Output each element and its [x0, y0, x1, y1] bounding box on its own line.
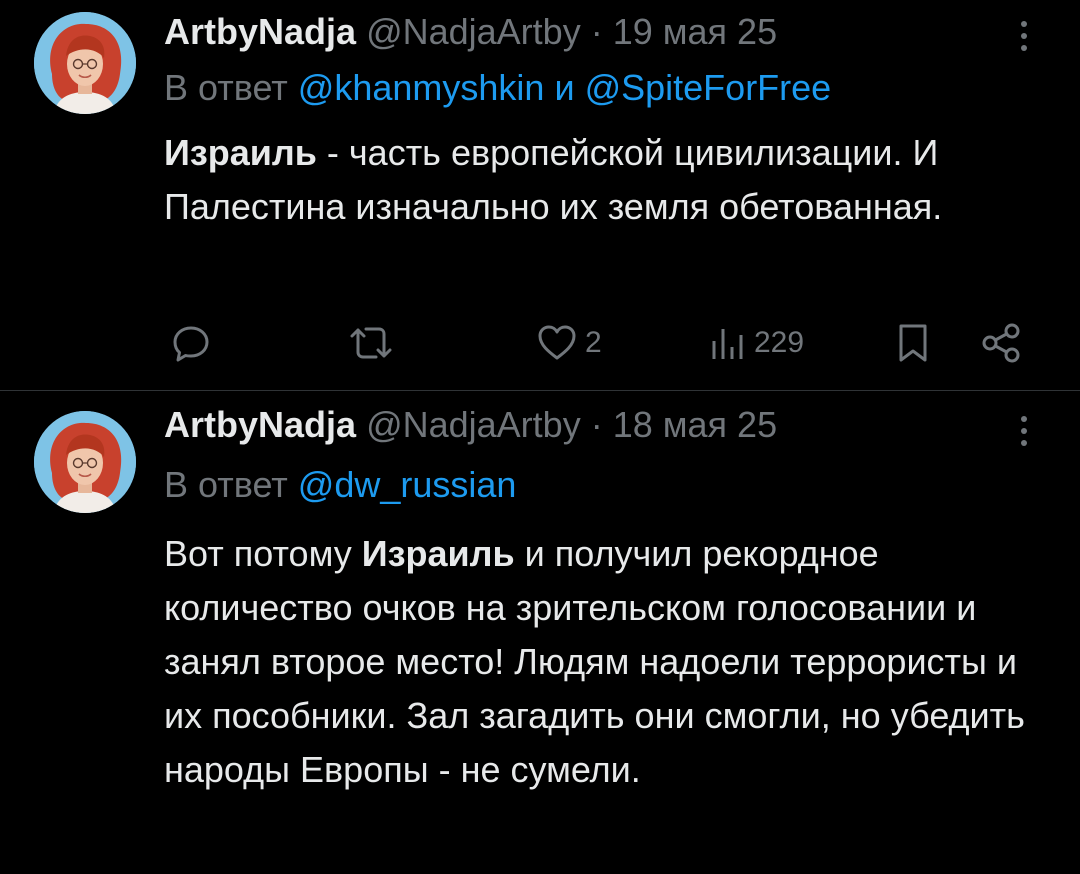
heart-icon	[538, 325, 576, 360]
bookmark-icon	[899, 324, 927, 362]
tweet-2[interactable]: ArtbyNadja @NadjaArtby · 18 мая 25 В отв…	[0, 391, 1080, 874]
tweet-text-pre: Вот потому	[164, 533, 362, 574]
bookmark-button[interactable]	[893, 318, 933, 368]
reply-prefix: В ответ	[164, 464, 288, 505]
mention-link[interactable]: @khanmyshkin	[298, 67, 545, 108]
separator-dot: ·	[590, 11, 603, 52]
user-handle[interactable]: @NadjaArtby	[366, 11, 581, 52]
tweet-1[interactable]: ArtbyNadja @NadjaArtby · 19 мая 25 В отв…	[0, 0, 1080, 391]
avatar[interactable]	[34, 411, 136, 513]
tweet-text-bold: Израиль	[361, 533, 515, 574]
avatar[interactable]	[34, 12, 136, 114]
more-vertical-icon[interactable]	[1012, 411, 1036, 451]
user-handle[interactable]: @NadjaArtby	[366, 404, 581, 445]
like-button[interactable]: 2	[535, 318, 602, 368]
tweet-text-bold: Израиль	[164, 132, 317, 173]
tweet-header: ArtbyNadja @NadjaArtby · 18 мая 25	[164, 403, 777, 447]
retweet-icon	[350, 327, 392, 359]
share-button[interactable]	[978, 318, 1024, 368]
tweet-date[interactable]: 18 мая 25	[613, 404, 777, 445]
tweet-text: Израиль - часть европейской цивилизации.…	[164, 126, 1044, 234]
display-name[interactable]: ArtbyNadja	[164, 11, 356, 52]
separator-dot: ·	[590, 404, 603, 445]
retweet-button[interactable]	[346, 318, 396, 368]
reply-conjunction: и	[554, 67, 575, 108]
tweet-actions: 2 229	[0, 318, 1080, 368]
more-vertical-icon[interactable]	[1012, 16, 1036, 56]
mention-link[interactable]: @SpiteForFree	[585, 67, 832, 108]
tweet-date[interactable]: 19 мая 25	[613, 11, 777, 52]
display-name[interactable]: ArtbyNadja	[164, 404, 356, 445]
share-icon	[982, 323, 1020, 363]
reply-prefix: В ответ	[164, 67, 288, 108]
mention-link[interactable]: @dw_russian	[298, 464, 517, 505]
views-count: 229	[754, 326, 805, 359]
reply-button[interactable]	[168, 318, 214, 368]
tweet-header: ArtbyNadja @NadjaArtby · 19 мая 25	[164, 10, 777, 54]
reply-to-line: В ответ @khanmyshkin и @SpiteForFree	[164, 66, 831, 110]
avatar-illustration	[34, 411, 136, 513]
avatar-illustration	[34, 12, 136, 114]
views-bar-chart-icon	[712, 329, 743, 359]
reply-to-line: В ответ @dw_russian	[164, 463, 516, 507]
tweet-text: Вот потому Израиль и получил рекордное к…	[164, 527, 1044, 797]
like-count: 2	[585, 326, 602, 359]
views-button[interactable]: 229	[708, 318, 804, 368]
comment-icon	[173, 326, 209, 362]
